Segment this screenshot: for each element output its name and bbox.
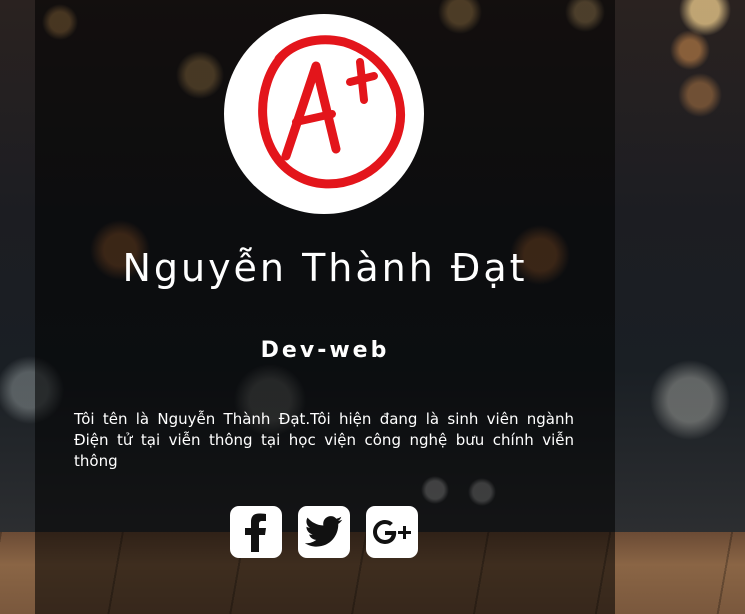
google-plus-button[interactable] bbox=[366, 506, 418, 558]
avatar bbox=[224, 14, 424, 214]
twitter-icon bbox=[305, 516, 343, 547]
facebook-button[interactable] bbox=[230, 506, 282, 558]
profile-bio: Tôi tên là Nguyễn Thành Đạt.Tôi hiện đan… bbox=[74, 410, 574, 470]
profile-name: Nguyễn Thành Đạt bbox=[122, 246, 528, 290]
facebook-icon bbox=[245, 513, 266, 552]
twitter-button[interactable] bbox=[298, 506, 350, 558]
social-links bbox=[230, 506, 418, 558]
a-plus-grade-icon bbox=[258, 35, 405, 189]
google-plus-icon bbox=[373, 520, 411, 544]
profile-role: Dev-web bbox=[260, 338, 390, 363]
